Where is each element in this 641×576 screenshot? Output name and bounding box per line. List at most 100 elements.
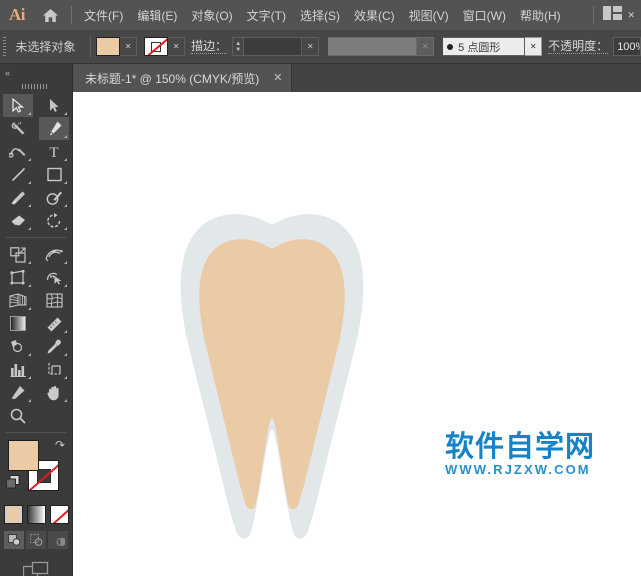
tool-divider-1 bbox=[6, 237, 66, 238]
workspace-switcher[interactable]: ✕ bbox=[593, 0, 635, 30]
brush-profile-chevron-down-icon[interactable]: ✕ bbox=[525, 37, 542, 56]
fill-color-swatch[interactable] bbox=[8, 440, 39, 471]
flat-color-mode-button[interactable] bbox=[4, 505, 23, 524]
perspective-grid-tool[interactable] bbox=[3, 289, 33, 312]
measure-tool[interactable] bbox=[39, 312, 69, 335]
brush-definition-input bbox=[328, 37, 417, 56]
selection-status-label: 未选择对象 bbox=[8, 38, 85, 55]
menu-effect[interactable]: 效果(C) bbox=[347, 0, 402, 30]
menu-object[interactable]: 对象(O) bbox=[184, 0, 239, 30]
brush-profile-control[interactable]: 5 点圆形 ✕ bbox=[443, 37, 542, 56]
tooth-illustration[interactable] bbox=[177, 211, 367, 541]
change-screen-mode-button[interactable] bbox=[0, 561, 72, 576]
stroke-weight-control[interactable]: ▲▼ ✕ bbox=[232, 37, 319, 56]
artboard-tool[interactable] bbox=[39, 358, 69, 381]
direct-selection-tool[interactable] bbox=[39, 94, 69, 117]
tool-panel-grip[interactable] bbox=[22, 84, 48, 89]
brush-definition-control: ✕ bbox=[328, 37, 434, 56]
control-bar: 未选择对象 ✕ ✕ 描边： ▲▼ ✕ ✕ bbox=[0, 30, 641, 64]
stroke-weight-input[interactable] bbox=[244, 37, 302, 56]
tool-group-selection: T bbox=[0, 92, 72, 232]
eraser-tool[interactable] bbox=[3, 209, 33, 232]
svg-text:T: T bbox=[49, 145, 58, 159]
tool-group-transform bbox=[0, 243, 72, 427]
color-controls: ↷ bbox=[6, 438, 66, 500]
rectangle-tool[interactable] bbox=[39, 163, 69, 186]
control-bar-grip[interactable] bbox=[0, 30, 8, 63]
collapse-panel-icon[interactable]: « bbox=[5, 68, 8, 78]
document-tab-bar: « 未标题-1* @ 150% (CMYK/预览) ✕ bbox=[0, 64, 641, 92]
stroke-weight-label: 描边： bbox=[191, 39, 227, 54]
stroke-chevron-down-icon[interactable]: ✕ bbox=[168, 37, 185, 56]
gradient-tool[interactable] bbox=[3, 312, 33, 335]
gradient-mode-button[interactable] bbox=[27, 505, 46, 524]
draw-normal-mode-button[interactable] bbox=[4, 531, 24, 549]
menu-window[interactable]: 窗口(W) bbox=[456, 0, 513, 30]
hand-tool[interactable] bbox=[39, 381, 69, 404]
slice-tool[interactable] bbox=[3, 381, 33, 404]
menu-type[interactable]: 文字(T) bbox=[240, 0, 293, 30]
free-transform-tool[interactable] bbox=[3, 266, 33, 289]
tool-divider-2 bbox=[6, 432, 66, 433]
brush-profile-input[interactable]: 5 点圆形 bbox=[443, 37, 525, 56]
shape-builder-tool[interactable] bbox=[39, 266, 69, 289]
fill-swatch[interactable] bbox=[96, 37, 120, 56]
menu-bar: Ai 文件(F) 编辑(E) 对象(O) 文字(T) 选择(S) 效果(C) 视… bbox=[0, 0, 641, 30]
blend-tool[interactable] bbox=[3, 335, 33, 358]
brush-definition-chevron-down-icon: ✕ bbox=[417, 37, 434, 56]
watermark: 软件自学网 WWW.RJZXW.COM bbox=[445, 430, 595, 477]
rotate-tool[interactable] bbox=[39, 209, 69, 232]
menu-select[interactable]: 选择(S) bbox=[293, 0, 347, 30]
illustrator-window: Ai 文件(F) 编辑(E) 对象(O) 文字(T) 选择(S) 效果(C) 视… bbox=[0, 0, 641, 576]
workspace-divider bbox=[593, 6, 594, 24]
column-graph-tool[interactable] bbox=[3, 358, 33, 381]
pen-tool[interactable] bbox=[39, 117, 69, 140]
shaper-tool[interactable] bbox=[39, 186, 69, 209]
close-icon[interactable]: ✕ bbox=[273, 73, 282, 84]
fill-chevron-down-icon[interactable]: ✕ bbox=[120, 37, 137, 56]
stroke-weight-chevron-down-icon[interactable]: ✕ bbox=[302, 37, 319, 56]
selection-tool[interactable] bbox=[3, 94, 33, 117]
curvature-tool[interactable] bbox=[3, 140, 33, 163]
color-mode-row bbox=[0, 505, 72, 524]
home-icon[interactable] bbox=[34, 0, 66, 30]
swap-fill-stroke-icon[interactable]: ↷ bbox=[55, 438, 65, 452]
opacity-label: 不透明度： bbox=[548, 39, 608, 54]
artboard-canvas[interactable]: 软件自学网 WWW.RJZXW.COM bbox=[73, 92, 641, 576]
menu-view[interactable]: 视图(V) bbox=[402, 0, 456, 30]
tool-panel: T bbox=[0, 92, 73, 576]
document-tab[interactable]: 未标题-1* @ 150% (CMYK/预览) ✕ bbox=[73, 64, 292, 92]
magic-wand-tool[interactable] bbox=[3, 117, 33, 140]
stroke-swatch-none[interactable] bbox=[144, 37, 168, 56]
chevron-down-icon[interactable]: ✕ bbox=[627, 10, 635, 21]
zoom-tool[interactable] bbox=[3, 404, 33, 427]
tool-panel-header: « bbox=[0, 64, 73, 92]
eyedropper-tool[interactable] bbox=[39, 335, 69, 358]
width-tool[interactable] bbox=[39, 243, 69, 266]
drawing-mode-row bbox=[0, 531, 72, 549]
document-tab-title: 未标题-1* @ 150% (CMYK/预览) bbox=[85, 70, 259, 87]
workspace-layout-icon[interactable] bbox=[603, 6, 622, 25]
control-divider-1 bbox=[90, 36, 91, 58]
watermark-title: 软件自学网 bbox=[445, 430, 595, 462]
menu-help[interactable]: 帮助(H) bbox=[513, 0, 568, 30]
menu-file[interactable]: 文件(F) bbox=[77, 0, 130, 30]
default-fill-stroke-icon[interactable] bbox=[6, 475, 20, 494]
fill-control[interactable]: ✕ bbox=[96, 37, 137, 56]
profile-dot-icon bbox=[447, 44, 453, 50]
menubar-divider bbox=[71, 6, 72, 24]
stroke-weight-stepper[interactable]: ▲▼ bbox=[232, 37, 244, 56]
type-tool[interactable]: T bbox=[39, 140, 69, 163]
watermark-url: WWW.RJZXW.COM bbox=[445, 462, 595, 477]
opacity-input[interactable]: 100% bbox=[613, 37, 641, 56]
tool-empty-slot bbox=[39, 404, 69, 427]
line-segment-tool[interactable] bbox=[3, 163, 33, 186]
scale-tool[interactable] bbox=[3, 243, 33, 266]
menu-edit[interactable]: 编辑(E) bbox=[130, 0, 184, 30]
paintbrush-tool[interactable] bbox=[3, 186, 33, 209]
none-mode-button[interactable] bbox=[50, 505, 69, 524]
draw-behind-mode-button[interactable] bbox=[26, 531, 46, 549]
stroke-color-control[interactable]: ✕ bbox=[144, 37, 185, 56]
mesh-tool[interactable] bbox=[39, 289, 69, 312]
draw-inside-mode-button[interactable] bbox=[48, 531, 68, 549]
